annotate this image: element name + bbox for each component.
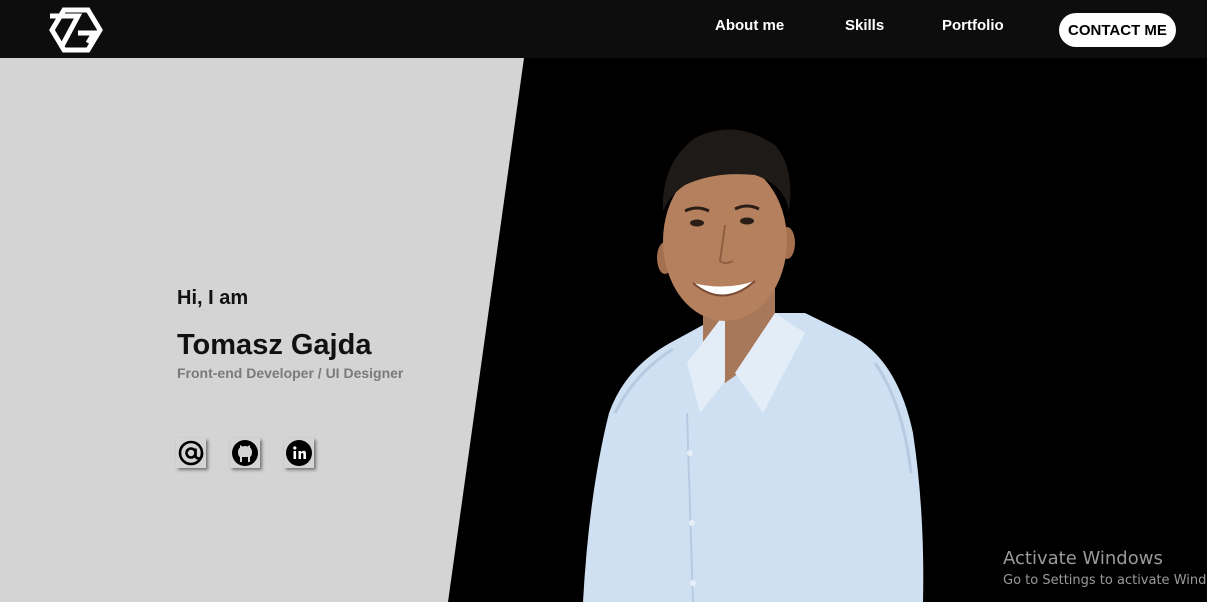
- watermark-subtitle: Go to Settings to activate Windows.: [1003, 573, 1207, 588]
- linkedin-icon: [286, 440, 312, 466]
- nav-link-portfolio[interactable]: Portfolio: [942, 17, 1004, 34]
- social-linkedin-link[interactable]: [284, 438, 314, 468]
- hero-greeting: Hi, I am: [177, 287, 249, 309]
- portrait-photo: [583, 129, 924, 602]
- at-sign-icon: [178, 440, 204, 466]
- top-navbar: About me Skills Portfolio CONTACT ME: [0, 0, 1207, 58]
- activate-windows-watermark: Activate Windows Go to Settings to activ…: [1003, 548, 1207, 588]
- hero-section: Hi, I am Tomasz Gajda Front-end Develope…: [0, 58, 1207, 602]
- nav-link-about[interactable]: About me: [715, 17, 784, 34]
- tg-logo-icon[interactable]: [48, 6, 104, 54]
- contact-me-button[interactable]: CONTACT ME: [1059, 13, 1176, 47]
- social-email-link[interactable]: [176, 438, 206, 468]
- hero-role: Front-end Developer / UI Designer: [177, 365, 404, 381]
- hero-name: Tomasz Gajda: [177, 329, 372, 361]
- watermark-title: Activate Windows: [1003, 548, 1163, 569]
- nav-link-skills[interactable]: Skills: [845, 17, 884, 34]
- github-icon: [232, 440, 258, 466]
- social-github-link[interactable]: [230, 438, 260, 468]
